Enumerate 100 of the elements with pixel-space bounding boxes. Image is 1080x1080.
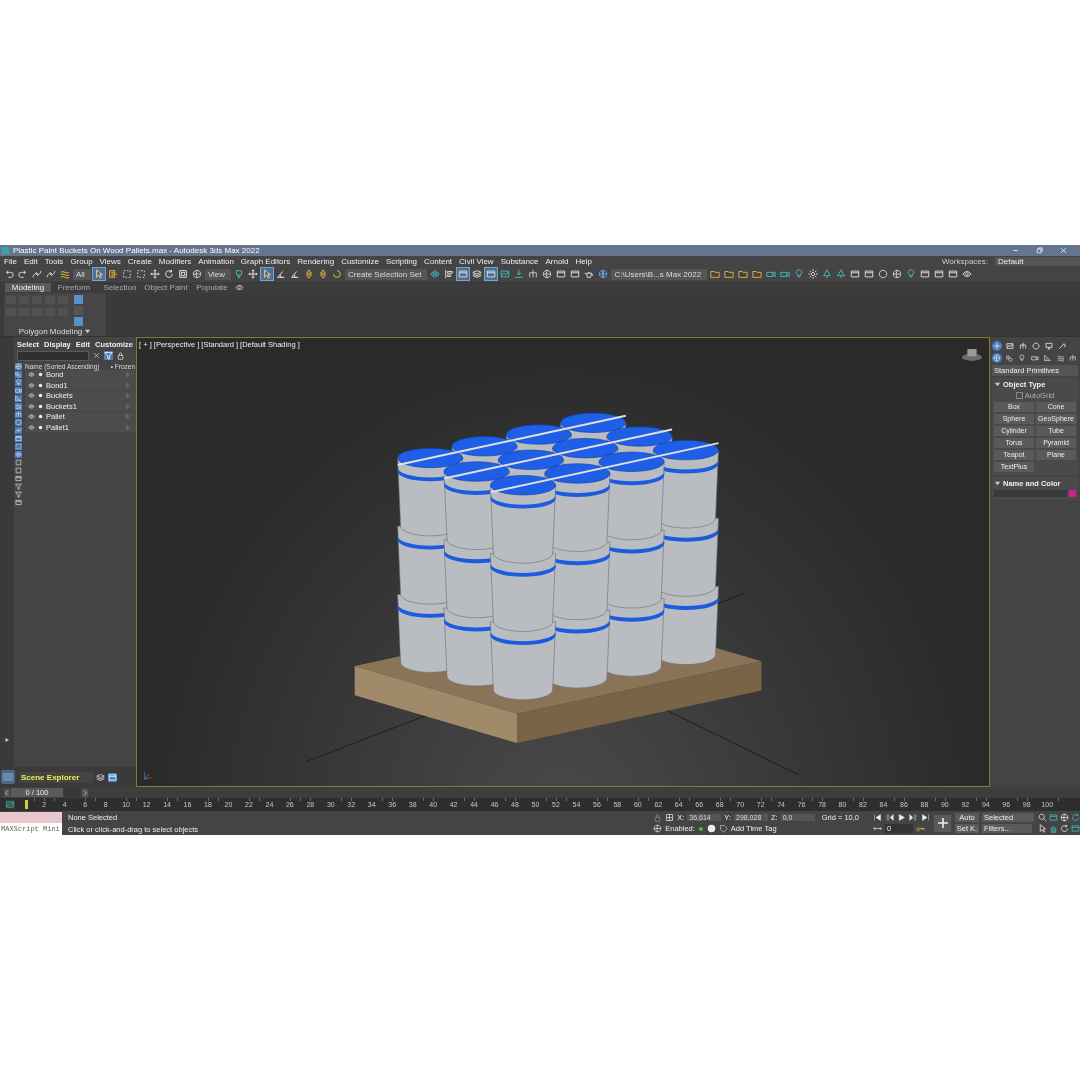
curve-icon[interactable] [5, 800, 15, 810]
dot-icon[interactable] [37, 402, 44, 410]
undo-tool-button[interactable] [3, 268, 15, 281]
dot-icon[interactable] [37, 413, 44, 421]
menu-item[interactable]: Customize [341, 256, 379, 266]
skip-end-icon[interactable] [921, 813, 930, 823]
curve-icon[interactable] [1005, 340, 1015, 351]
monitor-icon[interactable] [1044, 340, 1054, 351]
scale-tool-button[interactable] [176, 268, 189, 281]
ribbon-tab[interactable]: Selection [97, 283, 143, 293]
eye-icon[interactable] [28, 392, 35, 400]
new-key-button[interactable] [934, 814, 951, 832]
eye-icon[interactable] [28, 402, 35, 410]
play-icon[interactable] [897, 813, 906, 823]
hierarchy-icon[interactable] [1068, 352, 1079, 363]
globe-tool-button[interactable] [597, 268, 610, 281]
sphere-tool-button[interactable] [190, 268, 203, 281]
dashed-circle-tool-button[interactable] [331, 268, 344, 281]
close-icon[interactable] [1059, 246, 1068, 255]
ruler-icon[interactable] [1042, 352, 1053, 363]
plus-icon[interactable] [992, 340, 1002, 351]
wave-icon[interactable] [15, 402, 22, 410]
sun-tool-button[interactable] [807, 268, 820, 281]
menu-item[interactable]: Graph Editors [240, 256, 291, 266]
menu-item[interactable]: Group [70, 256, 93, 266]
step-forward-icon[interactable] [909, 813, 918, 823]
menu-item[interactable]: Arnold [545, 256, 569, 266]
toolbar-dropdown[interactable]: C:\Users\B...s Max 2022 [611, 268, 708, 280]
eye-icon[interactable] [28, 423, 35, 431]
folder-tool-button[interactable] [709, 268, 722, 281]
rotate-tool-button[interactable] [162, 268, 175, 281]
window-icon[interactable] [15, 434, 22, 442]
dot-icon[interactable] [37, 392, 44, 400]
ribbon-tab[interactable]: Object Paint [143, 283, 189, 293]
sphere-tool-button[interactable] [541, 268, 554, 281]
wave-icon[interactable] [1055, 352, 1066, 363]
dashed-square-tool-button[interactable] [134, 268, 147, 281]
buckets-on-pallet-drawing[interactable] [354, 412, 762, 743]
camera-icon[interactable] [15, 386, 22, 394]
next-frame-button[interactable] [82, 788, 88, 797]
menu-item[interactable]: Edit [23, 256, 38, 266]
shapes-icon[interactable] [1004, 352, 1015, 363]
lock-icon[interactable] [116, 351, 125, 361]
circle-icon[interactable] [706, 824, 716, 834]
skip-start-icon[interactable] [873, 813, 882, 823]
window-icon[interactable] [108, 772, 117, 782]
ribbon-panel-label[interactable]: Polygon Modeling [6, 326, 104, 336]
step-back-icon[interactable] [885, 813, 894, 823]
link-icon[interactable] [15, 426, 22, 434]
panel-icon[interactable] [0, 769, 16, 786]
window-tool-button[interactable] [919, 268, 932, 281]
window-icon[interactable] [15, 474, 22, 482]
cursor-tool-button[interactable] [92, 268, 105, 281]
cursor-icon[interactable] [1038, 824, 1047, 834]
square-icon[interactable] [15, 466, 22, 474]
dot-icon[interactable] [37, 423, 44, 431]
menu-item[interactable]: Help [575, 256, 592, 266]
shapes-icon[interactable] [15, 370, 22, 378]
viewcube-icon[interactable] [961, 346, 983, 362]
menu-item[interactable]: Animation [198, 256, 234, 266]
eye-icon[interactable] [235, 283, 244, 293]
search-field[interactable] [17, 350, 89, 361]
play-icon[interactable] [4, 737, 10, 744]
window-tool-button[interactable] [849, 268, 862, 281]
sphere-icon[interactable] [992, 352, 1002, 363]
spinner-tool-button[interactable] [303, 268, 316, 281]
window-icon[interactable] [15, 498, 22, 506]
sphere-icon[interactable] [15, 362, 22, 370]
layers-tool-button[interactable] [471, 268, 484, 281]
toolbar-dropdown[interactable]: All [73, 268, 91, 280]
menu-item[interactable]: Rendering [297, 256, 335, 266]
move-tool-button[interactable] [148, 268, 161, 281]
window-tool-button[interactable] [933, 268, 946, 281]
dot-icon[interactable] [37, 381, 44, 389]
spinner-tool-button[interactable] [317, 268, 330, 281]
magnifier-icon[interactable] [1038, 813, 1047, 823]
mirror-tool-button[interactable] [429, 268, 442, 281]
ribbon-tool-button[interactable] [74, 316, 83, 326]
window-tool-button[interactable] [457, 268, 470, 281]
folder-tool-button[interactable] [737, 268, 750, 281]
hierarchy-icon[interactable] [1018, 340, 1028, 351]
workspace-dropdown[interactable]: Default [995, 256, 1080, 266]
restore-icon[interactable] [1035, 246, 1044, 255]
hierarchy-icon[interactable] [15, 410, 22, 418]
square-icon[interactable] [15, 458, 22, 466]
color-swatch[interactable] [1069, 489, 1076, 497]
window-tool-button[interactable] [555, 268, 568, 281]
explorer-selector[interactable]: Scene Explorer [19, 771, 93, 783]
toolbar-dropdown[interactable]: View [204, 268, 232, 280]
dashed-square-tool-button[interactable] [120, 268, 133, 281]
menu-item[interactable]: Create [127, 256, 152, 266]
close-icon[interactable] [92, 351, 101, 361]
circle-icon[interactable] [15, 418, 22, 426]
eye-icon[interactable] [15, 450, 22, 458]
menu-item[interactable]: Content [424, 256, 453, 266]
folder-tool-button[interactable] [751, 268, 764, 281]
tree-tool-button[interactable] [835, 268, 848, 281]
dot-icon[interactable] [37, 371, 44, 379]
sphere-tool-button[interactable] [891, 268, 904, 281]
rotate-icon[interactable] [1071, 813, 1080, 823]
